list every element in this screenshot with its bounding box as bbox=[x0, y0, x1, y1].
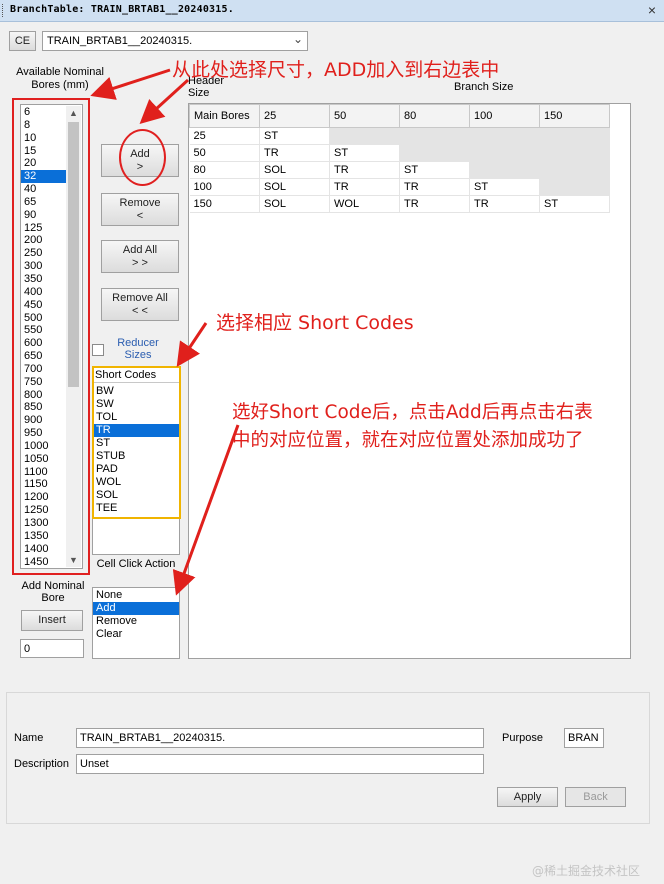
annotation-arrows bbox=[90, 68, 240, 596]
arrow-to-add bbox=[139, 78, 190, 125]
arrow-to-cell-click bbox=[172, 424, 240, 596]
arrow-to-bores bbox=[90, 68, 171, 100]
watermark: @稀土掘金技术社区 bbox=[532, 864, 641, 878]
arrow-to-short-codes bbox=[176, 322, 208, 367]
